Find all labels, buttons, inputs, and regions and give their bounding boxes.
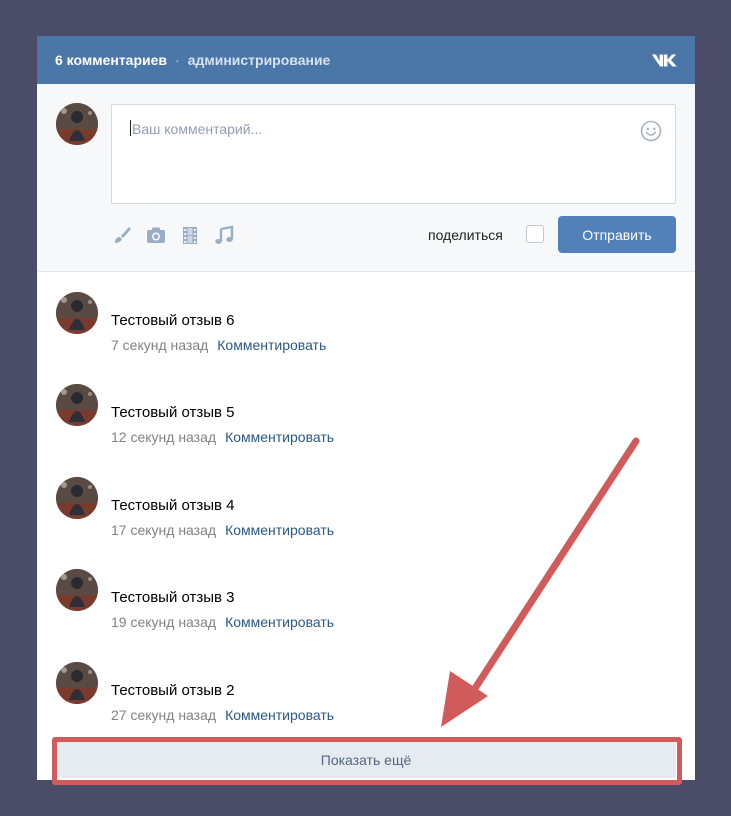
annotation-arrow-icon [441,437,640,727]
